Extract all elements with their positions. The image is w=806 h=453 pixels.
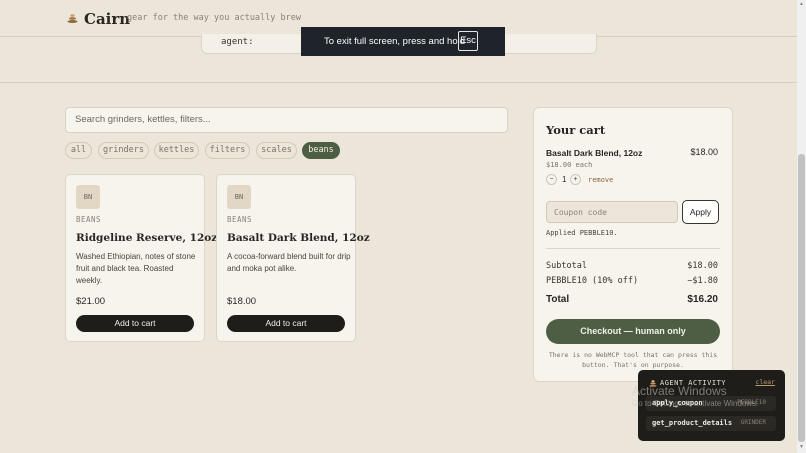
- page-scrollbar[interactable]: ▲ ▼: [797, 0, 806, 453]
- product-name[interactable]: Ridgeline Reserve, 12oz: [76, 232, 217, 244]
- activity-tag: GRINDER: [740, 419, 766, 426]
- watermark-subtitle: Go to Settings to activate Windows.: [632, 399, 759, 408]
- fullscreen-toast-text: To exit full screen, press and hold: [324, 36, 465, 47]
- activate-windows-watermark: Activate Windows Go to Settings to activ…: [632, 384, 758, 408]
- scrollbar-thumb[interactable]: [798, 154, 805, 442]
- cart-panel: Your cart Basalt Dark Blend, 12oz $18.00…: [533, 107, 733, 382]
- subtotal-value: $18.00: [687, 261, 718, 271]
- cart-item-unit-price: $18.00 each: [546, 161, 593, 169]
- filter-chip-all[interactable]: all: [65, 142, 92, 159]
- brand-name[interactable]: Cairn: [84, 10, 130, 28]
- subtotal-label: Subtotal: [546, 261, 587, 271]
- product-category: BEANS: [76, 215, 102, 224]
- product-description: A cocoa-forward blend built for drip and…: [227, 252, 351, 273]
- filter-chip-filters[interactable]: filters: [205, 142, 250, 159]
- watermark-title: Activate Windows: [632, 384, 727, 398]
- product-name[interactable]: Basalt Dark Blend, 12oz: [227, 232, 370, 244]
- remove-item-link[interactable]: remove: [588, 176, 613, 184]
- total-value: $16.20: [687, 294, 718, 305]
- checkout-note: There is no WebMCP tool that can press t…: [548, 351, 718, 369]
- filter-chip-grinders[interactable]: grinders: [98, 142, 149, 159]
- filter-chip-kettles[interactable]: kettles: [154, 142, 199, 159]
- product-price: $18.00: [227, 296, 257, 307]
- cairn-logo-icon: [67, 14, 78, 23]
- coupon-applied-message: Applied PEBBLE10.: [546, 229, 618, 237]
- add-to-cart-button[interactable]: Add to cart: [76, 315, 194, 332]
- filter-chip-scales[interactable]: scales: [256, 142, 297, 159]
- esc-key-hint: Esc: [458, 31, 478, 51]
- search-input[interactable]: Search grinders, kettles, filters...: [65, 107, 508, 133]
- quantity-value: 1: [562, 175, 567, 184]
- cart-item-price: $18.00: [690, 147, 718, 157]
- product-card: BN BEANS Ridgeline Reserve, 12oz Washed …: [65, 174, 217, 342]
- apply-coupon-button[interactable]: Apply: [682, 200, 719, 224]
- add-to-cart-button[interactable]: Add to cart: [227, 315, 345, 332]
- activity-function: get_product_details: [652, 419, 733, 427]
- product-badge: BN: [227, 185, 251, 209]
- activity-item: get_product_details GRINDER: [646, 416, 776, 431]
- cart-divider: [546, 248, 720, 249]
- cart-title: Your cart: [546, 123, 606, 137]
- product-category: BEANS: [227, 215, 253, 224]
- cart-item-name: Basalt Dark Blend, 12oz: [546, 148, 643, 158]
- checkout-button[interactable]: Checkout — human only: [546, 319, 720, 344]
- fullscreen-toast: To exit full screen, press and hold Esc: [301, 27, 505, 56]
- discount-value: −$1.80: [687, 276, 718, 286]
- coupon-code-input[interactable]: Coupon code: [546, 201, 678, 223]
- clear-activity-link[interactable]: clear: [755, 378, 775, 386]
- product-description: Washed Ethiopian, notes of stone fruit a…: [76, 252, 196, 285]
- section-divider: [0, 82, 797, 83]
- discount-label: PEBBLE10 (10% off): [546, 276, 639, 286]
- filter-chip-beans[interactable]: beans: [302, 142, 340, 159]
- product-card: BN BEANS Basalt Dark Blend, 12oz A cocoa…: [216, 174, 370, 342]
- total-label: Total: [546, 294, 570, 305]
- product-price: $21.00: [76, 296, 106, 307]
- scroll-down-arrow-icon[interactable]: ▼: [798, 444, 805, 451]
- product-badge: BN: [76, 185, 100, 209]
- agent-label: agent:: [221, 37, 254, 47]
- quantity-increase-button[interactable]: +: [570, 174, 581, 185]
- quantity-decrease-button[interactable]: −: [546, 174, 557, 185]
- brand-tagline: gear for the way you actually brew: [127, 13, 301, 23]
- scroll-up-arrow-icon[interactable]: ▲: [798, 1, 805, 8]
